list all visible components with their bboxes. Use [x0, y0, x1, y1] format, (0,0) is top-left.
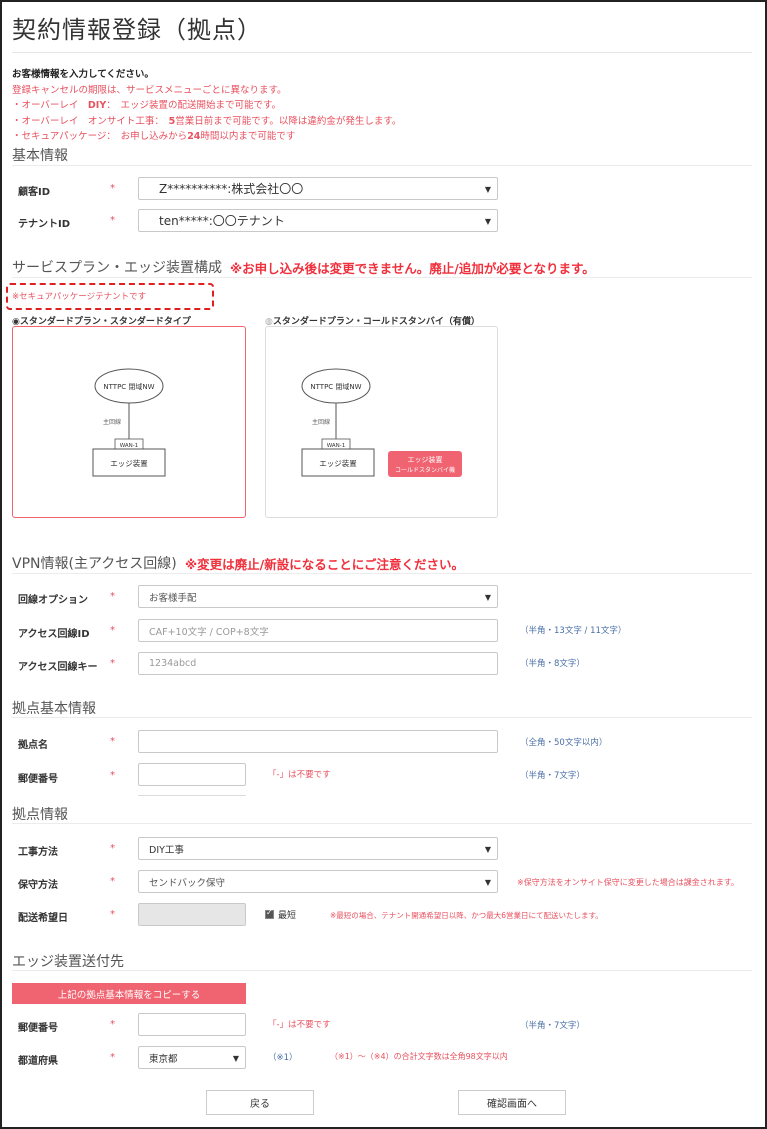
section-divider [12, 277, 752, 278]
access-key-input[interactable]: 1234abcd [138, 652, 498, 675]
cloud-label: NTTPC 閉域NW [103, 382, 154, 391]
maintenance-select[interactable]: センドバック保守 ▼ [138, 870, 498, 893]
prefecture-select[interactable]: 東京都 ▼ [138, 1046, 246, 1069]
postal-code-label: 郵便番号 [18, 774, 58, 785]
notice-secure: ・セキュアパッケージ： お申し込みから24時間以内まで可能です [12, 131, 296, 142]
postal-code-hint: （半角・7文字） [520, 771, 585, 781]
ship-postal-hint: （半角・7文字） [520, 1021, 585, 1031]
confirm-button[interactable]: 確認画面へ [458, 1090, 566, 1115]
chevron-down-icon: ▼ [484, 217, 491, 226]
access-id-label: アクセス回線ID [18, 629, 90, 640]
required-mark: * [110, 843, 115, 854]
notice-diy: ・オーバーレイ DIY： エッジ装置の配送開始まで可能です。 [12, 100, 282, 111]
edge-label: エッジ装置 [319, 458, 357, 468]
section-shipping: エッジ装置送付先 [12, 954, 124, 970]
notice-intro: お客様情報を入力してください。 [12, 69, 154, 80]
chevron-down-icon: ▼ [232, 1054, 239, 1063]
delivery-date-input[interactable] [138, 903, 246, 926]
standby-label: エッジ装置 [408, 455, 443, 464]
maintenance-note: ※保守方法をオンサイト保守に変更した場合は課金されます。 [517, 878, 739, 887]
section-divider [12, 823, 752, 824]
required-mark: * [110, 770, 115, 781]
site-name-label: 拠点名 [18, 740, 48, 751]
required-mark: * [110, 591, 115, 602]
network-diagram: NTTPC 閉域NW 主回線 WAN-1 エッジ装置 [92, 368, 166, 477]
site-name-input[interactable] [138, 730, 498, 753]
chevron-down-icon: ▼ [484, 845, 491, 854]
section-site-basic: 拠点基本情報 [12, 701, 96, 717]
access-key-hint: （半角・8文字） [520, 659, 585, 669]
plan-card-standard[interactable]: NTTPC 閉域NW 主回線 WAN-1 エッジ装置 [12, 326, 246, 518]
prefecture-label: 都道府県 [18, 1056, 58, 1067]
section-divider [12, 970, 752, 971]
plan-warning: ※お申し込み後は変更できません。廃止/追加が必要となります。 [230, 261, 595, 276]
section-basic-info: 基本情報 [12, 148, 68, 164]
required-mark: * [110, 658, 115, 669]
standby-sublabel: コールドスタンバイ機 [395, 466, 455, 474]
ship-postal-input[interactable] [138, 1013, 246, 1036]
line-label: 主回線 [103, 418, 121, 426]
copy-site-info-button[interactable]: 上記の拠点基本情報をコピーする [12, 983, 246, 1004]
back-button[interactable]: 戻る [206, 1090, 314, 1115]
plan-card-cold-standby[interactable]: NTTPC 閉域NW 主回線 WAN-1 エッジ装置 エッジ装置 コールドスタン… [265, 326, 498, 518]
chevron-down-icon: ▼ [484, 185, 491, 194]
postal-code-input[interactable] [138, 763, 246, 786]
secure-package-note: ※セキュアパッケージテナントです [12, 292, 147, 302]
delivery-date-label: 配送希望日 [18, 913, 68, 924]
required-mark: * [110, 876, 115, 887]
character-limit-note: （※1）～（※4）の合計文字数は全角98文字以内 [330, 1052, 508, 1061]
tenant-id-label: テナントID [18, 219, 71, 230]
required-mark: * [110, 215, 115, 226]
chevron-down-icon: ▼ [484, 878, 491, 887]
section-divider [12, 165, 752, 166]
required-mark: * [110, 1052, 115, 1063]
section-service-plan: サービスプラン・エッジ装置構成 [12, 260, 222, 276]
section-site-info: 拠点情報 [12, 807, 68, 823]
required-mark: * [110, 909, 115, 920]
cloud-label: NTTPC 閉域NW [310, 382, 361, 391]
customer-id-label: 顧客ID [18, 187, 51, 198]
notice-cancel: 登録キャンセルの期限は、サービスメニューごとに異なります。 [12, 84, 287, 96]
required-mark: * [110, 183, 115, 194]
notice-onsite: ・オーバーレイ オンサイト工事： 5営業日前まで可能です。以降は違約金が発生しま… [12, 115, 402, 127]
line-label: 主回線 [312, 418, 330, 426]
site-name-hint: （全角・50文字以内） [520, 738, 608, 748]
field-underline [138, 795, 246, 796]
access-key-label: アクセス回線キー [18, 662, 98, 673]
section-divider [12, 717, 752, 718]
line-option-label: 回線オプション [18, 595, 88, 606]
work-method-label: 工事方法 [18, 847, 58, 858]
vpn-warning: ※変更は廃止/新設になることにご注意ください。 [185, 557, 464, 572]
earliest-checkbox[interactable]: 最短 [265, 908, 296, 921]
maintenance-label: 保守方法 [18, 880, 58, 891]
section-divider [12, 573, 752, 574]
wan-label: WAN-1 [327, 443, 346, 449]
section-vpn-info: VPN情報(主アクセス回線) [12, 556, 177, 572]
required-mark: * [110, 1019, 115, 1030]
page-title: 契約情報登録（拠点） [12, 16, 262, 44]
postal-code-note: 「-」は不要です [268, 770, 331, 780]
tenant-id-select[interactable]: ten*****:〇〇テナント ▼ [138, 209, 498, 232]
checkbox-checked-icon[interactable] [265, 908, 274, 919]
line-option-select[interactable]: お客様手配 ▼ [138, 585, 498, 608]
required-mark: * [110, 736, 115, 747]
chevron-down-icon: ▼ [484, 593, 491, 602]
wan-label: WAN-1 [120, 443, 139, 449]
access-id-input[interactable]: CAF+10文字 / COP+8文字 [138, 619, 498, 642]
ship-postal-note: 「-」は不要です [268, 1020, 331, 1030]
notice-block: お客様情報を入力してください。 登録キャンセルの期限は、サービスメニューごとに異… [12, 67, 401, 145]
access-id-hint: （半角・13文字 / 11文字） [520, 626, 627, 636]
customer-id-select[interactable]: Z**********:株式会社〇〇 ▼ [138, 177, 498, 200]
network-diagram: NTTPC 閉域NW 主回線 WAN-1 エッジ装置 エッジ装置 コールドスタン… [301, 368, 462, 477]
ship-postal-label: 郵便番号 [18, 1023, 58, 1034]
delivery-note: ※最短の場合、テナント開通希望日以降、かつ最大6営業日にて配送いたします。 [330, 911, 603, 920]
edge-label: エッジ装置 [110, 458, 148, 468]
work-method-select[interactable]: DIY工事 ▼ [138, 837, 498, 860]
prefecture-note-ref: （※1） [268, 1053, 298, 1063]
title-divider [12, 52, 752, 53]
required-mark: * [110, 625, 115, 636]
